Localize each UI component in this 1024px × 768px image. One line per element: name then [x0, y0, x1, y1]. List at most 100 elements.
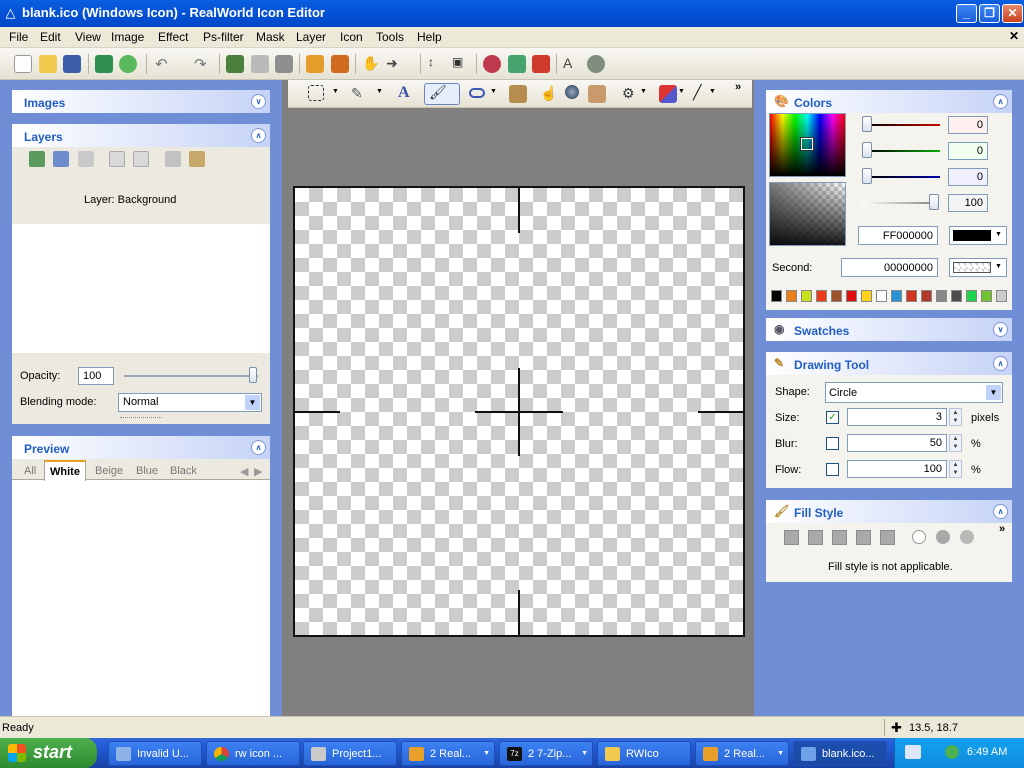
- flow-checkbox[interactable]: [826, 463, 839, 476]
- new-layer-icon[interactable]: [29, 151, 45, 167]
- size-spinner[interactable]: ▲ ▼: [949, 408, 962, 426]
- preview-tab-white[interactable]: White: [44, 460, 86, 481]
- fill-bucket-icon[interactable]: [509, 85, 527, 103]
- menu-tools[interactable]: Tools: [376, 30, 404, 44]
- duplicate-layer-icon[interactable]: [109, 151, 125, 167]
- palette-swatch[interactable]: [906, 290, 917, 302]
- task-blank-ico[interactable]: blank.ico...: [793, 741, 887, 766]
- menu-ps-filter[interactable]: Ps-filter: [203, 30, 244, 44]
- import-layer-icon[interactable]: [53, 151, 69, 167]
- chevron-down-icon[interactable]: ▼: [995, 263, 1002, 270]
- fill-style-panel-header[interactable]: 🖌 Fill Style ∧: [766, 500, 1012, 523]
- fill-linear-icon[interactable]: [808, 530, 823, 545]
- size-checkbox[interactable]: ✓: [826, 411, 839, 424]
- palette-swatch[interactable]: [936, 290, 947, 302]
- alpha-slider-thumb[interactable]: [929, 194, 939, 210]
- task-invalid[interactable]: Invalid U...: [108, 741, 202, 766]
- flow-input[interactable]: [847, 460, 947, 478]
- palette-swatch[interactable]: [951, 290, 962, 302]
- opacity-slider-track[interactable]: [124, 375, 258, 377]
- menu-image[interactable]: Image: [111, 30, 144, 44]
- merge-layer-icon[interactable]: [133, 151, 149, 167]
- preview-tab-blue[interactable]: Blue: [136, 462, 158, 480]
- menu-layer[interactable]: Layer: [296, 30, 326, 44]
- menu-file[interactable]: File: [9, 30, 28, 44]
- collapse-icon[interactable]: ∧: [251, 128, 266, 143]
- preview-panel-header[interactable]: Preview ∧: [12, 436, 270, 459]
- fill-none-icon[interactable]: [912, 530, 926, 544]
- task-realworld-group[interactable]: 2 Real... ▼: [401, 741, 495, 766]
- size-input[interactable]: [847, 408, 947, 426]
- chevron-down-icon[interactable]: ▼: [995, 231, 1002, 238]
- select-cursor-icon[interactable]: ➜: [386, 55, 404, 73]
- network-icon[interactable]: [945, 745, 959, 759]
- flow-spinner[interactable]: ▲ ▼: [949, 460, 962, 478]
- pointer-icon[interactable]: ✋: [362, 55, 380, 73]
- delete-layer-icon[interactable]: [78, 151, 94, 167]
- sizes-icon[interactable]: ↕: [428, 55, 446, 73]
- palette-swatch[interactable]: [846, 290, 857, 302]
- menu-help[interactable]: Help: [417, 30, 442, 44]
- keyboard-icon[interactable]: [905, 745, 921, 759]
- blur-input[interactable]: [847, 434, 947, 452]
- copy-icon[interactable]: [251, 55, 269, 73]
- palette-swatch[interactable]: [996, 290, 1007, 302]
- globe-icon[interactable]: [587, 55, 605, 73]
- preview-tab-beige[interactable]: Beige: [95, 462, 123, 480]
- palette-swatch[interactable]: [891, 290, 902, 302]
- move-layer-icon[interactable]: [165, 151, 181, 167]
- red-slider-track[interactable]: [867, 124, 940, 126]
- layer-properties-icon[interactable]: [189, 151, 205, 167]
- collapse-icon[interactable]: ∧: [993, 94, 1008, 109]
- task-rwico[interactable]: RWIco: [597, 741, 691, 766]
- chevron-down-icon[interactable]: ▼: [490, 88, 497, 95]
- palette-swatch[interactable]: [816, 290, 827, 302]
- paste-icon[interactable]: [275, 55, 293, 73]
- color-spectrum[interactable]: [769, 113, 846, 177]
- drawing-tool-panel-header[interactable]: ✎ Drawing Tool ∧: [766, 352, 1012, 375]
- blue-input[interactable]: [948, 168, 988, 186]
- opacity-input[interactable]: [78, 367, 114, 385]
- swatches-panel-header[interactable]: ◉ Swatches ∨: [766, 318, 1012, 341]
- undo-icon[interactable]: ↶: [155, 55, 173, 73]
- task-project1[interactable]: Project1...: [303, 741, 397, 766]
- minimize-button[interactable]: _: [956, 4, 977, 23]
- layers-panel-header[interactable]: Layers ∧: [12, 124, 270, 147]
- fill-square-icon[interactable]: [880, 530, 895, 545]
- task-7zip-group[interactable]: 7z 2 7-Zip... ▼: [499, 741, 593, 766]
- expand-icon[interactable]: ∨: [251, 94, 266, 109]
- start-button[interactable]: start: [0, 738, 97, 768]
- cut-icon[interactable]: [226, 55, 244, 73]
- eraser-icon[interactable]: [588, 85, 606, 103]
- fill-radial-icon[interactable]: [832, 530, 847, 545]
- fill-overflow-icon[interactable]: »: [999, 523, 1005, 535]
- palette-swatch[interactable]: [876, 290, 887, 302]
- colors-panel-header[interactable]: 🎨 Colors ∧: [766, 90, 1012, 113]
- resize-grip[interactable]: [120, 417, 162, 419]
- export-icon[interactable]: [95, 55, 113, 73]
- color-picker-cursor[interactable]: [800, 137, 814, 151]
- fill-solid-icon[interactable]: [784, 530, 799, 545]
- menu-view[interactable]: View: [75, 30, 101, 44]
- toolbar-overflow-icon[interactable]: »: [735, 81, 741, 93]
- layer-row[interactable]: Layer: Background: [12, 176, 270, 224]
- alpha-input[interactable]: [948, 194, 988, 212]
- palette-swatch[interactable]: [831, 290, 842, 302]
- collapse-icon[interactable]: ∧: [251, 440, 266, 455]
- blur-ball-icon[interactable]: [565, 85, 579, 99]
- color-replace-icon[interactable]: [659, 85, 677, 103]
- finger-smudge-icon[interactable]: ☝: [540, 85, 558, 103]
- green-slider-thumb[interactable]: [862, 142, 872, 158]
- blur-spinner[interactable]: ▲ ▼: [949, 434, 962, 452]
- images-panel-header[interactable]: Images ∨: [12, 90, 270, 113]
- selection-tool-icon[interactable]: [308, 85, 324, 101]
- chevron-down-icon[interactable]: ▼: [709, 88, 716, 95]
- chevron-down-icon[interactable]: ▼: [986, 385, 1001, 400]
- opacity-slider-thumb[interactable]: [249, 367, 257, 383]
- pencil-icon[interactable]: ✎: [351, 85, 369, 103]
- color-picker-icon[interactable]: [483, 55, 501, 73]
- restore-button[interactable]: ❐: [979, 4, 1000, 23]
- second-color-hex[interactable]: [841, 258, 938, 277]
- green-input[interactable]: [948, 142, 988, 160]
- task-realworld-group-2[interactable]: 2 Real... ▼: [695, 741, 789, 766]
